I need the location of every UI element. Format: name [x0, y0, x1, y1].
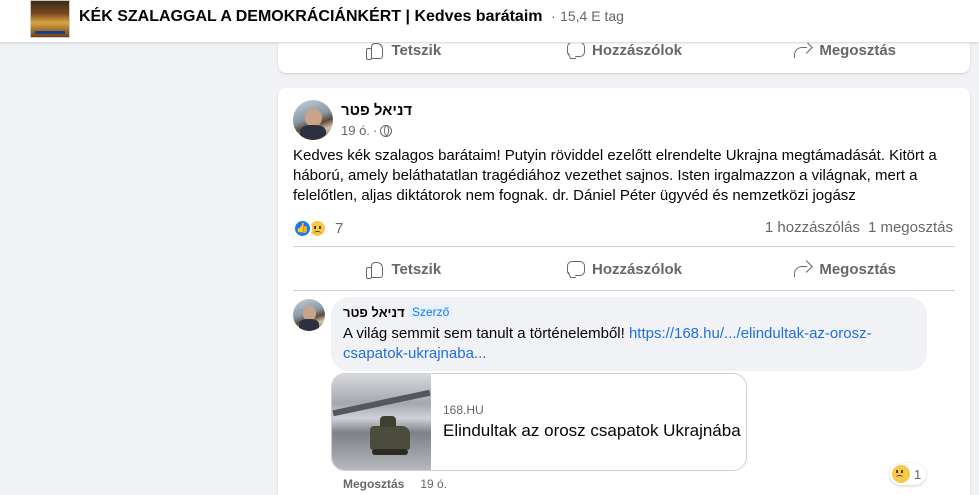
meta-dot: · [372, 123, 378, 138]
comment-share-button[interactable]: Megosztás [343, 477, 404, 491]
comment-footer: Megosztás 19 ó. [343, 477, 447, 491]
comment-reaction-count: 1 [914, 466, 922, 482]
group-header: KÉK SZALAGGAL A DEMOKRÁCIÁNKÉRT | Kedves… [0, 0, 979, 43]
comment-timestamp[interactable]: 19 ó. [420, 477, 447, 491]
separator-dot: · [550, 8, 556, 24]
member-count: 15,4 E tag [560, 8, 624, 24]
post-stats: 1 hozzászólás 1 megosztás [765, 219, 953, 236]
shares-count-link[interactable]: 1 megosztás [868, 219, 953, 236]
comment-body: A világ semmit sem tanult a történelembő… [343, 325, 625, 342]
post-card: דניאל פטר 19 ó. · Kedves kék szalagos ba… [278, 88, 970, 495]
share-label: Megosztás [819, 41, 897, 59]
group-cover-thumbnail[interactable] [30, 0, 70, 38]
like-button[interactable]: Tetszik [293, 254, 514, 284]
post-action-bar: Tetszik Hozzászólok Megosztás [293, 254, 955, 284]
share-label: Megosztás [819, 260, 897, 278]
thumbs-up-icon [365, 260, 384, 279]
group-title-line: KÉK SZALAGGAL A DEMOKRÁCIÁNKÉRT | Kedves… [79, 8, 624, 26]
like-label: Tetszik [391, 260, 442, 278]
comment-text: A világ semmit sem tanult a történelembő… [343, 324, 918, 364]
commenter-avatar[interactable] [293, 299, 325, 331]
author-avatar[interactable] [293, 100, 333, 140]
like-label: Tetszik [391, 41, 442, 59]
comment-label: Hozzászólok [592, 260, 683, 278]
reaction-count: 7 [335, 219, 344, 237]
comment-button[interactable]: Hozzászólok [514, 254, 735, 284]
share-arrow-icon [793, 260, 811, 278]
link-preview-card[interactable]: 168.HU Elindultak az orosz csapatok Ukra… [331, 373, 747, 471]
post-body-text: Kedves kék szalagos barátaim! Putyin röv… [293, 147, 937, 204]
sad-reaction-icon [892, 465, 910, 483]
post-timestamp[interactable]: 19 ó. [341, 123, 370, 138]
divider-top [293, 246, 955, 247]
comment-bubble: דניאל פטר Szerző A világ semmit sem tanu… [331, 297, 927, 371]
comments-count-link[interactable]: 1 hozzászólás [765, 219, 860, 236]
reaction-summary[interactable]: 👍 7 [293, 217, 343, 239]
share-arrow-icon [793, 41, 811, 59]
group-title[interactable]: KÉK SZALAGGAL A DEMOKRÁCIÁNKÉRT | Kedves… [79, 8, 543, 25]
link-preview-image [332, 374, 431, 470]
divider-bottom [293, 290, 955, 291]
post-author-name[interactable]: דניאל פטר [341, 102, 412, 119]
armored-vehicle-graphic [370, 416, 410, 455]
comment-author-name[interactable]: דניאל פטר [343, 305, 405, 320]
link-preview-title: Elindultak az orosz csapatok Ukrajnába [443, 421, 741, 440]
comment-icon [566, 41, 585, 59]
globe-icon [380, 124, 393, 137]
link-preview-domain: 168.HU [443, 403, 484, 417]
author-badge: Szerző [408, 304, 454, 320]
share-button[interactable]: Megosztás [734, 254, 955, 284]
thumbs-up-icon [365, 41, 384, 60]
comment-icon [566, 260, 585, 278]
like-reaction-icon: 👍 [293, 218, 312, 238]
comment-label: Hozzászólok [592, 41, 683, 59]
comment-reaction-badge[interactable]: 1 [890, 463, 927, 485]
post-meta: 19 ó. · [341, 123, 393, 138]
